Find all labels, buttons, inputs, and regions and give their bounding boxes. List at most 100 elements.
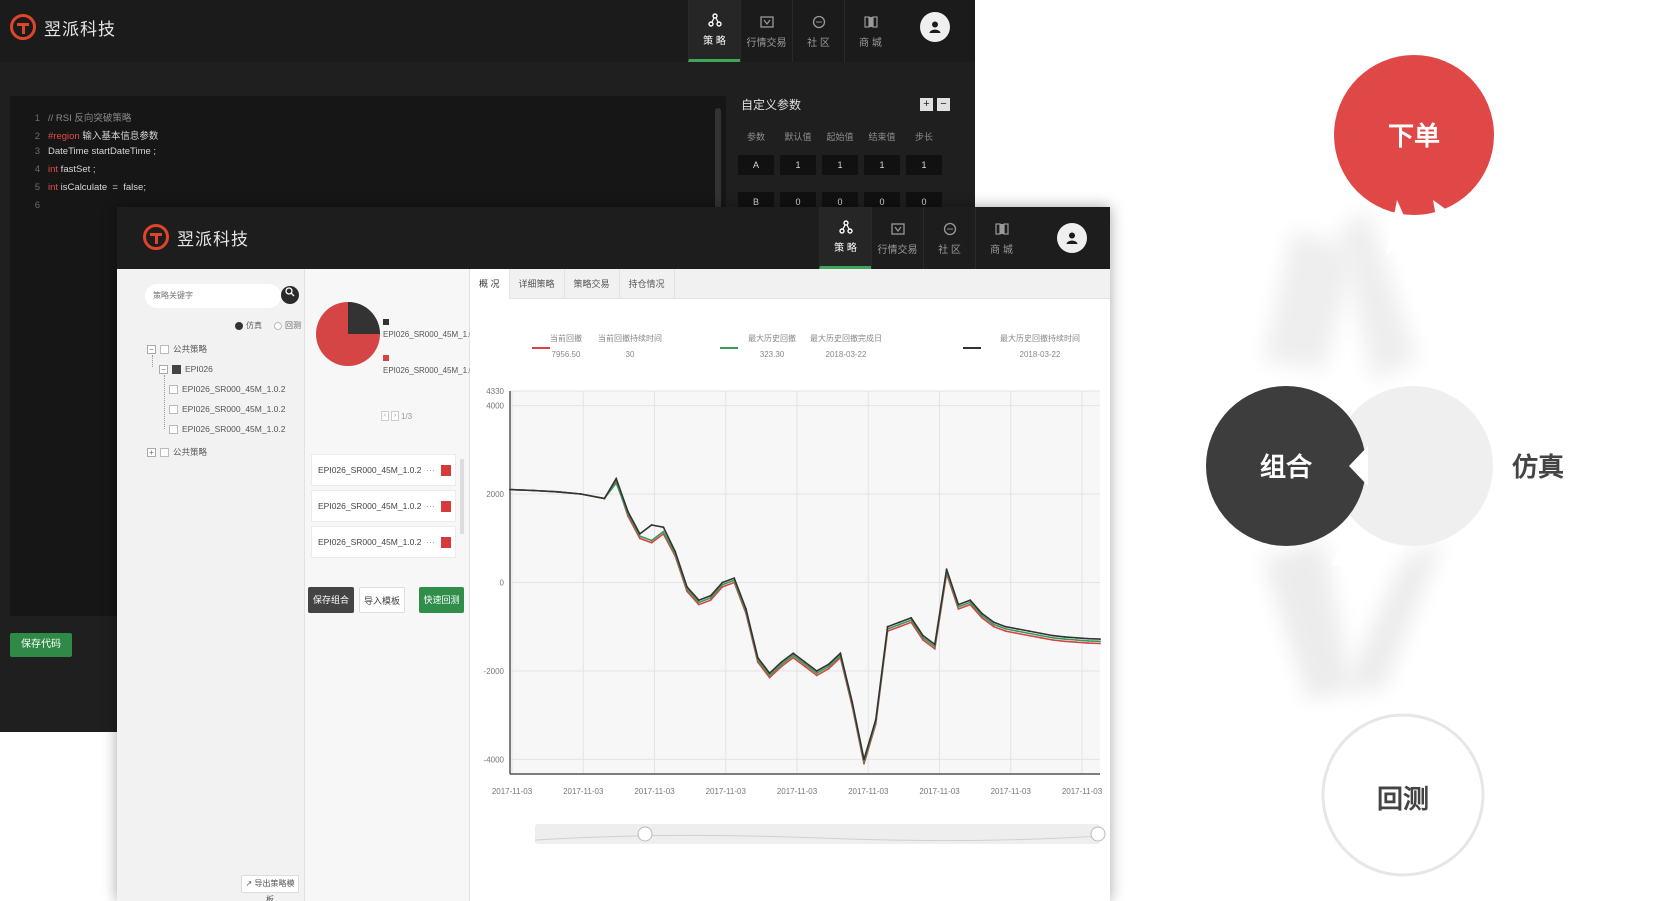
series-point (922, 634, 924, 637)
series-point (804, 663, 806, 666)
front-logo[interactable]: 翌派科技 (143, 224, 249, 250)
series-point (1051, 639, 1054, 641)
back-nav-tab-strategy[interactable]: 策 略 (688, 0, 740, 62)
series-point (851, 701, 854, 703)
tree-checkbox[interactable] (169, 404, 178, 414)
tree-leaf[interactable]: EPI026_SR000_45M_1.0.2 (169, 382, 286, 396)
label-order: 下单 (1388, 122, 1440, 152)
param-cell[interactable]: 1 (864, 155, 900, 175)
tree-label: EPI026 (185, 364, 213, 374)
legend-label: EPI026_SR000_45M_1.0.2 (383, 330, 481, 339)
next-page-icon[interactable]: › (391, 411, 399, 421)
param-cell[interactable]: A (738, 155, 774, 175)
combination-scrollbar[interactable] (460, 459, 464, 534)
series-point (1040, 634, 1042, 637)
series-point (981, 617, 983, 619)
delete-icon[interactable] (441, 501, 451, 512)
more-icon[interactable]: ··· (426, 491, 435, 521)
list-item[interactable]: EPI026_SR000_45M_1.0.2 ··· (311, 454, 456, 486)
tree-label: EPI026_SR000_45M_1.0.2 (182, 404, 286, 414)
fast-backtest-button[interactable]: 快速回测 (419, 587, 464, 613)
list-item[interactable]: EPI026_SR000_45M_1.0.2 ··· (311, 490, 456, 522)
tree-checkbox[interactable] (160, 344, 169, 354)
series-point (933, 647, 936, 650)
save-combination-button[interactable]: 保存组合 (308, 587, 354, 613)
series-point (1004, 628, 1007, 630)
collapse-icon[interactable]: − (147, 344, 156, 354)
composite-stage: 翌派科技 策 略 行情交易 社 区 商 城 1 // RSI 反向突破策略 2 … (0, 0, 1673, 901)
series-point (1028, 630, 1031, 632)
line-number: 2 (34, 131, 40, 142)
front-nav-tab-market[interactable]: 行情交易 (871, 207, 923, 269)
series-point (969, 599, 972, 602)
export-template-button[interactable]: ↗ 导出策略模板 (241, 875, 299, 901)
series-point (1099, 640, 1101, 643)
series-point (933, 645, 936, 648)
metric-value: 30 (625, 350, 635, 359)
add-param-button[interactable]: + (920, 98, 933, 111)
back-user-avatar[interactable] (920, 12, 950, 42)
front-user-avatar[interactable] (1057, 223, 1087, 253)
delete-icon[interactable] (441, 465, 451, 476)
collapse-icon[interactable]: − (159, 364, 168, 374)
search-button[interactable] (281, 286, 299, 304)
tree-checkbox[interactable] (172, 364, 181, 374)
strategy-search-input[interactable] (145, 284, 281, 308)
front-nav-tab-store[interactable]: 商 城 (975, 207, 1027, 269)
param-cell[interactable]: 1 (906, 155, 942, 175)
tree-checkbox[interactable] (169, 384, 178, 394)
expand-icon[interactable]: + (147, 447, 156, 457)
line-number: 3 (34, 146, 40, 157)
back-logo[interactable]: 翌派科技 (10, 14, 116, 40)
tab-strategy-trades[interactable]: 策略交易 (565, 269, 620, 299)
remove-param-button[interactable]: − (937, 98, 950, 111)
tree-leaf[interactable]: EPI026_SR000_45M_1.0.2 (169, 402, 286, 416)
param-cell[interactable]: 1 (780, 155, 816, 175)
tree-node-public-1[interactable]: − 公共策略 (147, 342, 207, 356)
series-point (1087, 637, 1090, 640)
series-point (1051, 634, 1054, 637)
param-cell[interactable]: 1 (822, 155, 858, 175)
delete-icon[interactable] (441, 537, 451, 548)
series-point (1004, 630, 1007, 632)
front-nav-tab-strategy[interactable]: 策 略 (819, 207, 871, 269)
series-point (638, 537, 641, 540)
tab-positions[interactable]: 持仓情况 (620, 269, 675, 299)
series-point (1063, 640, 1066, 643)
list-item[interactable]: EPI026_SR000_45M_1.0.2 ··· (311, 526, 456, 558)
range-slider-track (535, 824, 1100, 844)
tree-checkbox[interactable] (160, 447, 169, 457)
import-template-button[interactable]: 导入模板 (359, 587, 405, 613)
prev-page-icon[interactable]: ‹ (381, 411, 389, 421)
more-icon[interactable]: ··· (426, 527, 435, 557)
more-icon[interactable]: ··· (426, 455, 435, 485)
combo-item-label: EPI026_SR000_45M_1.0.2 (318, 537, 422, 547)
arrow-up-right-icon (1433, 200, 1469, 255)
radio-simulation[interactable]: 仿真 (235, 320, 262, 331)
combo-item-label: EPI026_SR000_45M_1.0.2 (318, 465, 422, 475)
tree-node-group[interactable]: − EPI026 (159, 362, 213, 376)
back-nav-tab-community[interactable]: 社 区 (792, 0, 844, 62)
back-nav-tab-market[interactable]: 行情交易 (740, 0, 792, 62)
back-nav-tab-store[interactable]: 商 城 (844, 0, 896, 62)
tab-overview[interactable]: 概 况 (470, 269, 510, 299)
export-label: 导出策略模板 (254, 879, 295, 901)
series-point (697, 599, 700, 602)
tree-leaf[interactable]: EPI026_SR000_45M_1.0.2 (169, 422, 286, 436)
series-point (509, 488, 511, 491)
series-point (898, 623, 901, 626)
community-icon (811, 14, 827, 30)
metric-value: 323.30 (759, 350, 785, 359)
range-handle-left[interactable] (637, 826, 653, 842)
tree-node-public-2[interactable]: + 公共策略 (147, 445, 207, 459)
strategy-tree-panel: 仿真 回测 −公共策略 − EPI026 EPI026_SR000_45M_1.0… (117, 269, 305, 901)
series-point (1016, 630, 1019, 632)
tree-checkbox[interactable] (169, 424, 178, 434)
code-line-4: 4 int fastSet ; (10, 164, 96, 182)
range-handle-right[interactable] (1090, 826, 1106, 842)
front-nav-tab-community[interactable]: 社 区 (923, 207, 975, 269)
radio-backtest[interactable]: 回测 (274, 320, 301, 331)
tab-detail-strategy[interactable]: 详细策略 (510, 269, 565, 299)
front-nav-label-market: 行情交易 (877, 244, 918, 256)
save-code-button[interactable]: 保存代码 (10, 633, 72, 657)
